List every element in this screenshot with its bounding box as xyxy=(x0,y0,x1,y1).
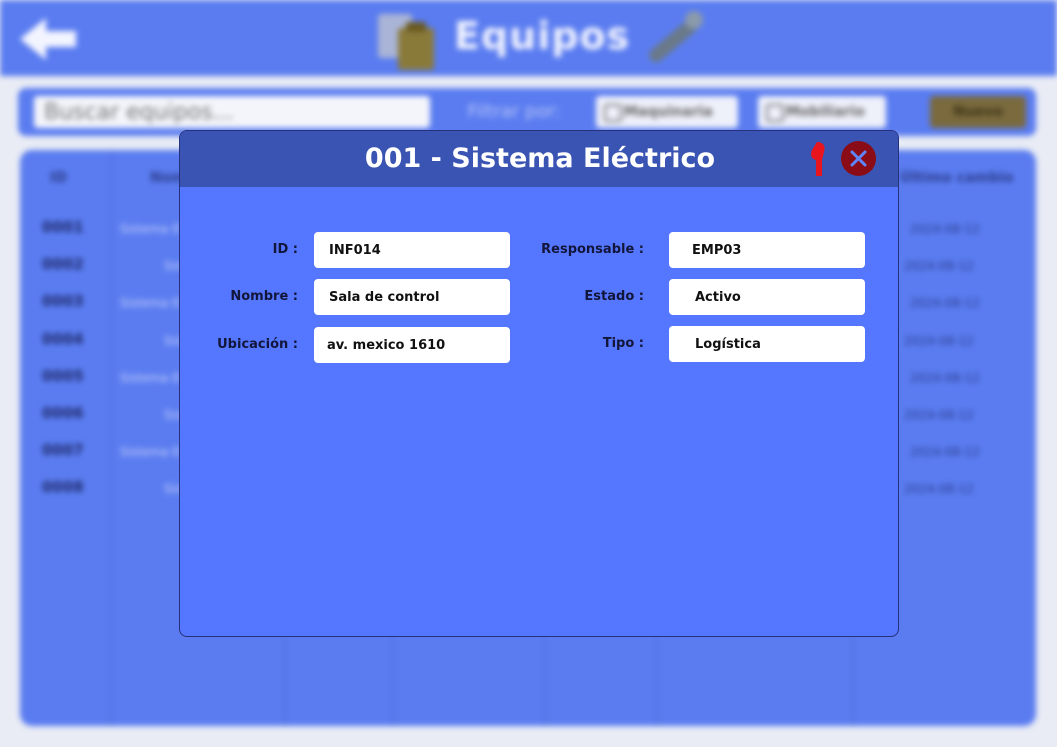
wrench-icon xyxy=(649,11,703,63)
modal-title: 001 - Sistema Eléctrico xyxy=(364,143,716,174)
estado-label: Estado : xyxy=(584,289,644,304)
page-title: Equipos xyxy=(454,14,631,58)
column-divider xyxy=(110,150,112,726)
clipboard-icon xyxy=(378,14,434,70)
equipment-detail-modal: 001 - Sistema Eléctrico ID : Nombre : Ub… xyxy=(179,130,899,637)
app-header: Equipos xyxy=(0,0,1057,76)
modal-header: 001 - Sistema Eléctrico xyxy=(180,131,898,187)
tipo-field[interactable] xyxy=(669,326,865,362)
ubicacion-field[interactable] xyxy=(314,327,510,363)
table-cell-id: 0007 xyxy=(42,441,84,460)
table-cell-date: 2024-08-12 xyxy=(904,408,974,422)
responsable-field[interactable] xyxy=(669,232,865,268)
toolbar: Filtrar por: Maquinaria Mobiliario Nuevo xyxy=(18,88,1036,136)
nombre-label: Nombre : xyxy=(230,289,298,304)
responsable-label: Responsable : xyxy=(541,242,644,257)
table-cell-date: 2024-08-12 xyxy=(910,370,980,385)
table-cell-date: 2024-08-12 xyxy=(910,296,980,311)
table-cell-id: 0004 xyxy=(42,329,84,348)
filter-label: Filtrar por: xyxy=(467,101,561,122)
table-cell-id: 0006 xyxy=(42,404,84,422)
id-label: ID : xyxy=(272,242,298,257)
estado-field[interactable] xyxy=(669,279,865,315)
table-cell-date: 2024-08-12 xyxy=(910,222,980,236)
header-title-group: Equipos xyxy=(370,4,710,72)
nombre-field[interactable] xyxy=(314,279,510,315)
ubicacion-label: Ubicación : xyxy=(217,337,298,352)
close-icon xyxy=(850,150,867,167)
filter-chip-mobiliario[interactable]: Mobiliario xyxy=(758,96,886,128)
close-button[interactable] xyxy=(841,141,876,176)
table-cell-id: 0001 xyxy=(42,218,84,236)
new-button[interactable]: Nuevo xyxy=(930,96,1026,128)
table-cell-date: 2024-08-12 xyxy=(910,445,980,460)
id-field[interactable] xyxy=(314,232,510,268)
table-cell-date: 2024-08-12 xyxy=(904,482,974,497)
arrow-left-icon[interactable] xyxy=(16,14,80,64)
column-header-last: Último cambio xyxy=(900,170,1014,186)
marker-icon xyxy=(811,142,825,176)
table-cell-id: 0008 xyxy=(42,478,84,497)
search-input[interactable] xyxy=(34,96,430,128)
table-cell-id: 0003 xyxy=(42,292,84,311)
table-cell-id: 0005 xyxy=(42,366,84,385)
table-cell-date: 2024-08-12 xyxy=(904,259,974,274)
column-header-id: ID xyxy=(50,170,67,186)
table-cell-date: 2024-08-12 xyxy=(904,333,974,348)
filter-chip-maquinaria[interactable]: Maquinaria xyxy=(596,96,738,128)
tipo-label: Tipo : xyxy=(602,336,644,351)
table-cell-id: 0002 xyxy=(42,255,84,274)
